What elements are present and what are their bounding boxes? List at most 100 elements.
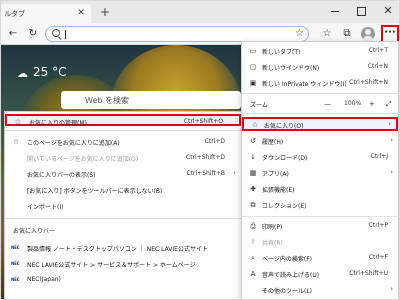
favorites-icon[interactable]: ☆ — [319, 26, 335, 42]
star-icon: ☆ — [251, 121, 259, 129]
add-favorite-icon[interactable]: ☆ — [295, 27, 304, 41]
menu-item-print[interactable]: ⎙ 印刷(P) Ctrl+P — [242, 220, 398, 232]
menu-item-more-tools[interactable]: その他のツール(L) › — [242, 284, 398, 296]
menu-item-shortcut: Ctrl+Shift+U — [349, 270, 388, 277]
menu-item-label: [お気に入り] ボタンをツールバーに表示しない(B) — [27, 188, 163, 195]
divider — [242, 113, 399, 114]
refresh-icon[interactable]: ↻ — [25, 26, 41, 42]
menu-item-new-tab[interactable]: ▭ 新しいタブ(T) Ctrl+T — [242, 45, 398, 57]
favorite-link[interactable]: NEC 製品情報 ノート・デスクトップパソコン ｜ NEC LAVIE公式サイト — [5, 242, 241, 254]
back-icon[interactable]: ← — [5, 26, 21, 42]
menu-item-favorites[interactable]: ☆ お気に入り(O) › — [242, 117, 398, 131]
menu-item-add-open-pages[interactable]: 開いているページをお気に入りに追加(O) Ctrl+Shift+D — [5, 152, 241, 164]
menu-item-label: 印刷(P) — [262, 224, 283, 231]
menu-item-import[interactable]: インポート(I) — [5, 200, 241, 212]
menu-item-shortcut: Ctrl+Shift+O — [183, 118, 223, 125]
inprivate-icon: ▣ — [249, 79, 257, 87]
address-bar[interactable]: ☆ — [45, 26, 309, 42]
menu-item-label: アプリ(A) — [262, 171, 289, 178]
menu-item-manage-favorites[interactable]: ☆ お気に入りの管理(M) Ctrl+Shift+O — [5, 114, 241, 127]
settings-menu: ▭ 新しいタブ(T) Ctrl+T ▢ 新しいウインドウ(N) Ctrl+N ▣… — [241, 41, 399, 299]
menu-item-label: お気に入り(O) — [264, 123, 304, 130]
new-tab-icon: ▭ — [249, 47, 257, 55]
tab-close-icon[interactable]: ✕ — [75, 7, 87, 19]
menu-item-label: 音声で読み上げる(U) — [262, 272, 320, 279]
share-icon: ⇪ — [250, 238, 256, 246]
menu-item-collections[interactable]: ⧉ コレクション(E) — [242, 199, 398, 211]
nec-logo-icon: NEC — [11, 277, 20, 282]
menu-item-label: 履歴(H) — [262, 139, 284, 146]
menu-item-label: ダウンロード(D) — [262, 155, 308, 162]
browser-tab[interactable]: ルタブ ✕ — [1, 4, 91, 23]
menu-item-label: お気に入りバーの表示(S) — [27, 172, 96, 179]
zoom-out-button[interactable]: — — [324, 100, 331, 108]
fullscreen-icon[interactable]: ⤢ — [386, 100, 392, 109]
menu-item-find-on-page[interactable]: ⌕ ページ内の検索(F) Ctrl+F — [242, 252, 398, 264]
menu-item-shortcut: Ctrl+F — [368, 254, 388, 261]
chevron-right-icon: › — [390, 136, 393, 144]
menu-item-read-aloud[interactable]: A 音声で読み上げる(U) Ctrl+Shift+U — [242, 268, 398, 280]
menu-item-label: 共有(R) — [262, 240, 283, 247]
menu-item-shortcut: Ctrl+P — [368, 222, 388, 229]
menu-item-label: コレクション(E) — [262, 203, 307, 210]
menu-item-shortcut: Ctrl+Shift+B — [186, 170, 225, 177]
tab-title: ルタブ — [4, 10, 25, 18]
read-aloud-icon: A — [250, 270, 256, 278]
menu-item-label: 新しいウインドウ(N) — [262, 65, 320, 72]
menu-item-downloads[interactable]: ↓ ダウンロード(D) Ctrl+J — [242, 151, 398, 163]
favorite-link[interactable]: NEC NEC LAVIE公式サイト > サービス＆サポート > ホームページ — [5, 258, 241, 270]
collections-icon[interactable]: ⧉ — [339, 26, 355, 42]
zoom-label: ズーム — [250, 102, 268, 109]
avatar[interactable] — [361, 27, 375, 41]
history-icon: ↺ — [250, 137, 256, 145]
menu-item-label: 新しいタブ(T) — [262, 49, 301, 56]
web-search-input[interactable]: Web を検索 — [61, 91, 241, 109]
browser-window: ルタブ ✕ + ✕ ← ↻ ☆ ☆ ⧉ ··· ☁ 25 °C Web を検索 … — [0, 0, 400, 300]
menu-item-history[interactable]: ↺ 履歴(H) › — [242, 135, 398, 147]
title-bar: ルタブ ✕ + ✕ — [1, 1, 399, 23]
menu-item-new-inprivate[interactable]: ▣ 新しい InPrivate ウィンドウ(I) Ctrl+Shift+N — [242, 77, 398, 89]
menu-item-hide-favorites-button[interactable]: [お気に入り] ボタンをツールバーに表示しない(B) — [5, 184, 241, 196]
text-caret — [65, 30, 66, 39]
divider — [242, 93, 399, 94]
menu-item-label: インポート(I) — [27, 204, 64, 211]
menu-item-shortcut: Ctrl+D — [204, 138, 225, 145]
menu-item-show-favorites-bar[interactable]: お気に入りバーの表示(S) Ctrl+Shift+B › — [5, 168, 241, 180]
minimize-icon[interactable] — [329, 5, 341, 17]
chevron-right-icon: › — [390, 285, 393, 293]
menu-item-label: ページ内の検索(F) — [262, 256, 313, 263]
menu-item-shortcut: Ctrl+J — [370, 153, 388, 160]
search-placeholder: Web を検索 — [85, 96, 129, 105]
download-icon: ↓ — [250, 153, 256, 161]
menu-item-shortcut: Ctrl+Shift+D — [186, 154, 225, 161]
temperature: 25 °C — [33, 65, 67, 79]
chevron-right-icon: › — [390, 168, 393, 176]
zoom-in-button[interactable]: + — [369, 100, 375, 108]
menu-item-shortcut: Ctrl+N — [367, 63, 388, 70]
window-close-icon[interactable]: ✕ — [381, 4, 395, 18]
divider — [5, 130, 243, 131]
menu-item-shortcut: Ctrl+T — [368, 47, 388, 54]
maximize-icon[interactable] — [355, 5, 367, 17]
new-tab-button[interactable]: + — [99, 6, 111, 18]
favorite-link-label: 製品情報 ノート・デスクトップパソコン ｜ NEC LAVIE公式サイト — [27, 246, 208, 253]
collections-icon: ⧉ — [250, 201, 256, 209]
chevron-right-icon: › — [388, 120, 391, 128]
divider — [5, 218, 243, 219]
menu-item-label: このページをお気に入りに追加(A) — [27, 140, 120, 147]
favorite-link-label: NEC(Japan) — [27, 276, 61, 283]
divider — [242, 216, 399, 217]
extensions-icon: ✚ — [250, 185, 256, 193]
menu-item-share[interactable]: ⇪ 共有(R) — [242, 236, 398, 248]
favorite-link-label: NEC LAVIE公式サイト > サービス＆サポート > ホームページ — [27, 262, 196, 269]
favorites-submenu: ☆ お気に入りの管理(M) Ctrl+Shift+O ☆ このページをお気に入り… — [4, 111, 243, 299]
menu-item-new-window[interactable]: ▢ 新しいウインドウ(N) Ctrl+N — [242, 61, 398, 73]
menu-item-label: 拡張機能(E) — [262, 187, 295, 194]
search-icon — [51, 28, 63, 40]
menu-item-extensions[interactable]: ✚ 拡張機能(E) — [242, 183, 398, 195]
menu-item-apps[interactable]: ▦ アプリ(A) › — [242, 167, 398, 179]
menu-item-label: その他のツール(L) — [262, 288, 313, 295]
menu-item-label: 開いているページをお気に入りに追加(O) — [27, 156, 139, 163]
menu-item-add-favorite[interactable]: ☆ このページをお気に入りに追加(A) Ctrl+D — [5, 136, 241, 148]
favorite-link[interactable]: NEC NEC(Japan) — [5, 274, 241, 286]
